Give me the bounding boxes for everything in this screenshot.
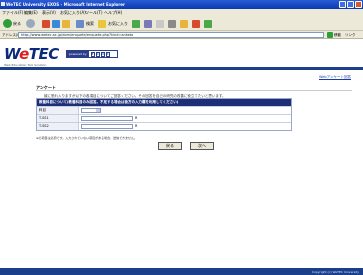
field-label: T-SS2 <box>37 123 79 130</box>
history-icon[interactable] <box>144 20 152 28</box>
address-input[interactable]: http://www.wetec.ac.jp/dom/enquete/enque… <box>18 32 324 38</box>
minimize-button[interactable] <box>339 1 346 8</box>
powered-by-badge: powered by E X O S <box>66 50 118 58</box>
favorites-label[interactable]: お気に入り <box>108 21 128 27</box>
search-icon[interactable] <box>76 20 84 28</box>
home-icon[interactable] <box>62 20 70 28</box>
header-divider <box>0 67 363 70</box>
title-divider <box>36 90 352 91</box>
back-icon[interactable] <box>3 19 12 28</box>
search-label[interactable]: 検索 <box>86 21 94 27</box>
top-right-link[interactable]: Webアンケート回答 <box>319 75 351 80</box>
form-row: T-SS2 R <box>37 122 291 130</box>
window-titlebar: WeTEC University EXOS - Microsoft Intern… <box>0 0 363 9</box>
form-row: T-SS1 R <box>37 114 291 122</box>
page-footer: Copyright (c) WeTEC University <box>0 268 363 275</box>
ie-icon <box>1 2 5 6</box>
stop-icon[interactable] <box>42 20 50 28</box>
go-icon[interactable] <box>327 32 333 38</box>
back-label[interactable]: 戻る <box>13 21 21 27</box>
field-mark: R <box>135 124 138 128</box>
tss1-input[interactable] <box>81 116 133 121</box>
wetec-logo: WeTEC <box>4 45 59 63</box>
address-bar: アドレス(D) http://www.wetec.ac.jp/dom/enque… <box>0 31 363 39</box>
mail-icon[interactable] <box>156 20 164 28</box>
media-icon[interactable] <box>132 20 140 28</box>
survey-form: 教養科目について(教養科目のみ回答。不足する場合は後方の入力欄を利用してください… <box>36 98 292 131</box>
required-note: ※の項目は必須です。入力されていない項目がある場合、送信できません。 <box>36 136 138 140</box>
refresh-icon[interactable] <box>52 20 60 28</box>
copyright-text: Copyright (c) WeTEC University <box>311 270 359 274</box>
page-content: WeTEC powered by E X O S Web Education T… <box>0 39 363 268</box>
go-label[interactable]: 移動 <box>334 33 341 38</box>
toolbar: 戻る 検索 お気に入り <box>0 16 363 31</box>
folder-icon[interactable] <box>180 20 188 28</box>
logo-e: e <box>19 45 29 63</box>
powered-letter: S <box>105 51 110 57</box>
field-label: T-SS1 <box>37 115 79 122</box>
subject-select[interactable] <box>81 108 101 113</box>
window-title: WeTEC University EXOS - Microsoft Intern… <box>6 2 125 7</box>
messenger-icon[interactable] <box>192 20 200 28</box>
logo-w: W <box>4 45 20 63</box>
close-button[interactable] <box>355 1 362 8</box>
form-row: 科目 <box>37 106 291 114</box>
forward-icon[interactable] <box>26 19 35 28</box>
back-button[interactable]: 戻る <box>158 142 182 150</box>
powered-letter: E <box>90 51 95 57</box>
favorites-icon[interactable] <box>98 20 106 28</box>
form-header: 教養科目について(教養科目のみ回答。不足する場合は後方の入力欄を利用してください… <box>37 99 291 106</box>
links-label[interactable]: リンク <box>345 33 356 38</box>
tss2-input[interactable] <box>81 124 133 129</box>
powered-by-label: powered by <box>67 51 89 57</box>
logo-tec: TEC <box>28 45 60 63</box>
next-button[interactable]: 次へ <box>190 142 214 150</box>
window-controls <box>339 1 362 8</box>
tool-icon[interactable] <box>204 20 212 28</box>
print-icon[interactable] <box>168 20 176 28</box>
powered-letter: X <box>95 51 100 57</box>
field-label: 科目 <box>37 107 79 114</box>
menu-bar: ファイル(F) 編集(E) 表示(V) お気に入り(A) ツール(T) ヘルプ(… <box>0 9 363 16</box>
powered-letter: O <box>100 51 105 57</box>
field-mark: R <box>135 116 138 120</box>
maximize-button[interactable] <box>347 1 354 8</box>
